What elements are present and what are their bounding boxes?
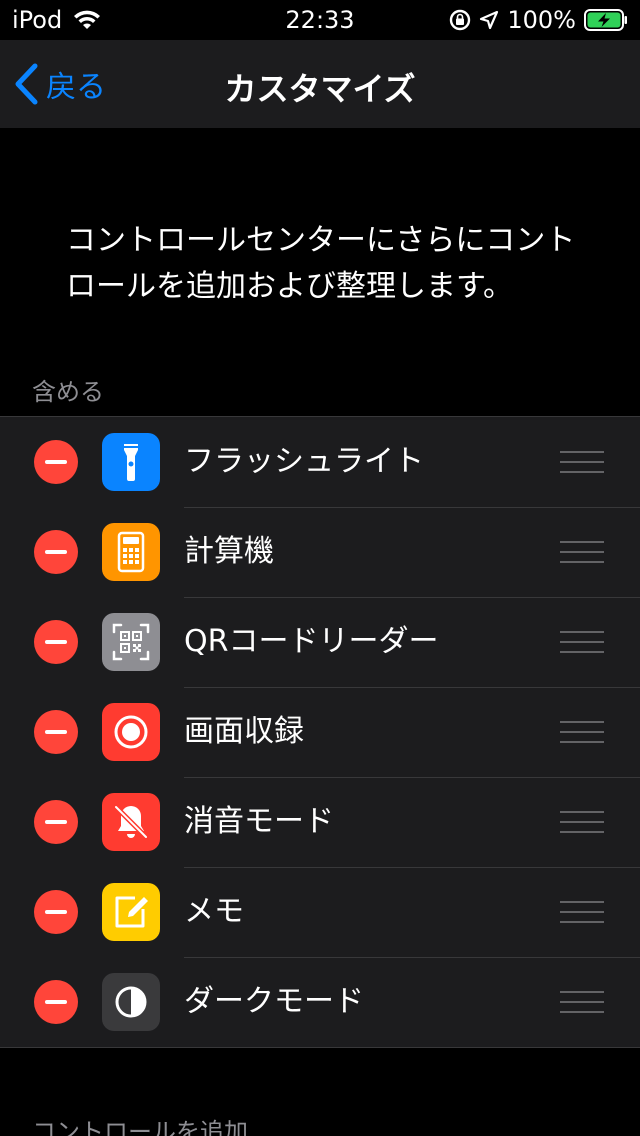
status-bar: iPod 22:33 100%: [0, 0, 640, 40]
battery-percentage: 100%: [507, 6, 576, 34]
reorder-handle-icon[interactable]: [560, 721, 604, 743]
control-label: 画面収録: [184, 714, 304, 749]
control-row-flashlight: フラッシュライト: [0, 417, 640, 507]
control-label: 消音モード: [184, 804, 334, 839]
remove-button[interactable]: [34, 890, 78, 934]
status-right: 100%: [449, 6, 628, 34]
control-row-qr-reader: QRコードリーダー: [0, 597, 640, 687]
page-title: カスタマイズ: [224, 70, 416, 108]
control-row-notes: メモ: [0, 867, 640, 957]
control-row-screen-recording: 画面収録: [0, 687, 640, 777]
remove-button[interactable]: [34, 800, 78, 844]
reorder-handle-icon[interactable]: [560, 451, 604, 473]
remove-button[interactable]: [34, 980, 78, 1024]
dark-mode-icon: [102, 973, 160, 1031]
control-label: 計算機: [184, 534, 274, 569]
remove-button[interactable]: [34, 620, 78, 664]
control-row-calculator: 計算機: [0, 507, 640, 597]
reorder-handle-icon[interactable]: [560, 991, 604, 1013]
remove-button[interactable]: [34, 440, 78, 484]
reorder-handle-icon[interactable]: [560, 631, 604, 653]
flashlight-icon: [102, 433, 160, 491]
bell-slash-icon: [102, 793, 160, 851]
description-text: コントロールセンターにさらにコントロールを追加および整理します。: [66, 223, 576, 304]
reorder-handle-icon[interactable]: [560, 811, 604, 833]
orientation-lock-icon: [450, 9, 471, 31]
included-section-header: 含める: [32, 378, 104, 406]
remove-button[interactable]: [34, 530, 78, 574]
battery-charging-icon: [584, 9, 627, 31]
reorder-handle-icon[interactable]: [560, 901, 604, 923]
remove-button[interactable]: [34, 710, 78, 754]
included-controls-list: フラッシュライト 計算機 QRコードリーダー 画面収録 消音モード メモ ダーク…: [0, 416, 640, 1048]
location-icon: [480, 10, 499, 30]
qr-code-icon: [102, 613, 160, 671]
control-row-dark-mode: ダークモード: [0, 957, 640, 1047]
notes-icon: [102, 883, 160, 941]
control-label: フラッシュライト: [184, 444, 424, 479]
reorder-handle-icon[interactable]: [560, 541, 604, 563]
control-row-silent-mode: 消音モード: [0, 777, 640, 867]
more-controls-section-header: コントロールを追加: [32, 1118, 248, 1136]
control-label: QRコードリーダー: [184, 624, 439, 659]
navigation-bar: 戻る カスタマイズ: [0, 40, 640, 128]
screen-record-icon: [102, 703, 160, 761]
calculator-icon: [102, 523, 160, 581]
control-label: ダークモード: [184, 984, 364, 1019]
control-label: メモ: [184, 894, 244, 929]
